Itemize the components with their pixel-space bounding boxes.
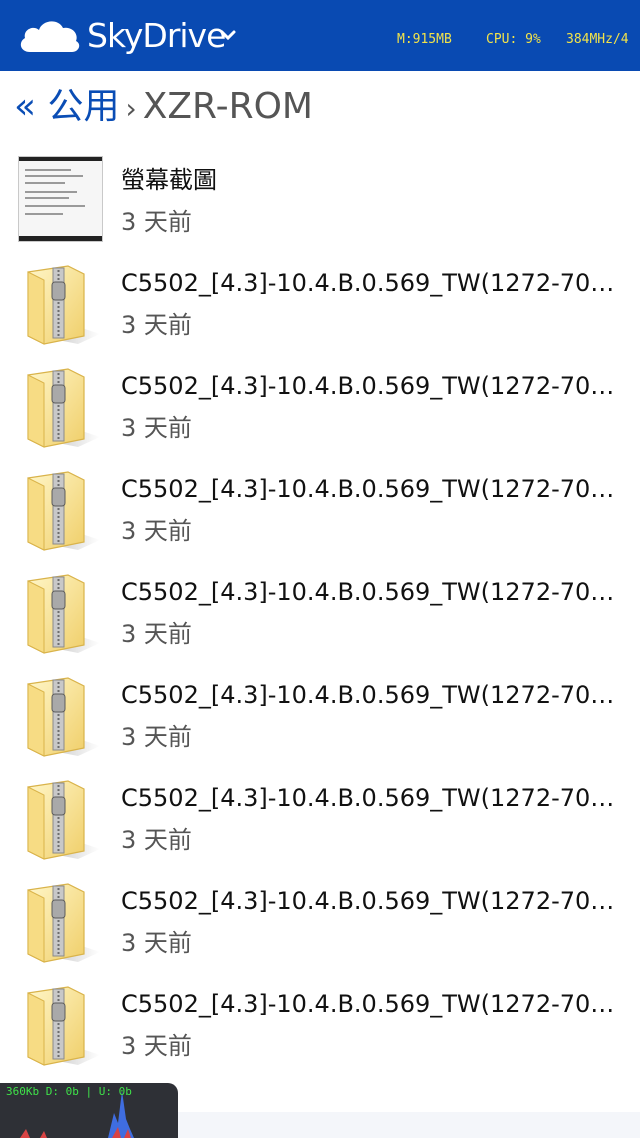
item-date: 3 天前 — [121, 929, 192, 957]
chevron-down-icon[interactable] — [219, 26, 237, 44]
zip-file-icon — [27, 574, 101, 654]
item-name: C5502_[4.3]-10.4.B.0.569_TW(1272-7045).z… — [121, 784, 621, 812]
cpu-readout: CPU: 9% — [486, 32, 541, 47]
item-name: 螢幕截圖 — [121, 166, 217, 194]
list-item[interactable]: C5502_[4.3]-10.4.B.0.569_TW(1272-7044).z… — [0, 666, 640, 769]
zip-file-icon — [27, 883, 101, 963]
item-name: C5502_[4.3]-10.4.B.0.569_TW(1272-7042).z… — [121, 475, 621, 503]
breadcrumb: « 公用 › XZR-ROM — [14, 84, 313, 132]
zip-file-icon — [27, 677, 101, 757]
file-list: 螢幕截圖 3 天前 C5502_[4.3]-10.4.B.0.569_TW(12… — [0, 151, 640, 1078]
breadcrumb-separator: › — [125, 92, 137, 125]
item-name: C5502_[4.3]-10.4.B.0.569_TW(1272-7046).z… — [121, 887, 621, 915]
item-name: C5502_[4.3]-10.4.B.0.569_TW(1272-7047).z… — [121, 990, 621, 1018]
item-date: 3 天前 — [121, 517, 192, 545]
item-date: 3 天前 — [121, 208, 192, 236]
item-date: 3 天前 — [121, 620, 192, 648]
list-item[interactable]: C5502_[4.3]-10.4.B.0.569_TW(1272-7045).z… — [0, 769, 640, 872]
memory-readout: M:915MB — [397, 32, 452, 47]
breadcrumb-back-link[interactable]: « 公用 — [14, 86, 120, 127]
zip-file-icon — [27, 368, 101, 448]
zip-file-icon — [27, 265, 101, 345]
app-header: SkyDrive M:915MB CPU: 9% 384MHz/4 — [0, 0, 640, 71]
item-date: 3 天前 — [121, 311, 192, 339]
item-date: 3 天前 — [121, 826, 192, 854]
zip-file-icon — [27, 780, 101, 860]
skydrive-cloud-icon[interactable] — [16, 14, 82, 56]
list-item[interactable]: C5502_[4.3]-10.4.B.0.569_TW(1272-7047).z… — [0, 975, 640, 1078]
network-monitor-widget: 360Kb D: 0b | U: 0b — [0, 1083, 178, 1138]
list-item[interactable]: C5502_[4.3]-10.4.B.0.569_TW(1272-7042).z… — [0, 460, 640, 563]
breadcrumb-parent: 公用 — [47, 86, 120, 127]
list-item[interactable]: 螢幕截圖 3 天前 — [0, 151, 640, 254]
zip-file-icon — [27, 986, 101, 1066]
item-date: 3 天前 — [121, 723, 192, 751]
breadcrumb-current: XZR-ROM — [142, 86, 313, 127]
item-name: C5502_[4.3]-10.4.B.0.569_TW(1272-7041).z… — [121, 372, 621, 400]
back-chevron-icon: « — [14, 86, 37, 127]
network-monitor-text: 360Kb D: 0b | U: 0b — [6, 1085, 132, 1098]
list-item[interactable]: C5502_[4.3]-10.4.B.0.569_TW(1272-7041).z… — [0, 357, 640, 460]
item-date: 3 天前 — [121, 1032, 192, 1060]
list-item[interactable]: C5502_[4.3]-10.4.B.0.569_TW(1272-7043).z… — [0, 563, 640, 666]
app-title[interactable]: SkyDrive — [87, 16, 226, 56]
cpu-frequency-readout: 384MHz/4 — [566, 32, 629, 47]
list-item[interactable]: C5502_[4.3]-10.4.B.0.569_TW(1272-7040).z… — [0, 254, 640, 357]
item-name: C5502_[4.3]-10.4.B.0.569_TW(1272-7040).z… — [121, 269, 621, 297]
item-name: C5502_[4.3]-10.4.B.0.569_TW(1272-7044).z… — [121, 681, 621, 709]
list-item[interactable]: C5502_[4.3]-10.4.B.0.569_TW(1272-7046).z… — [0, 872, 640, 975]
item-name: C5502_[4.3]-10.4.B.0.569_TW(1272-7043).z… — [121, 578, 621, 606]
zip-file-icon — [27, 471, 101, 551]
folder-thumbnail — [18, 156, 103, 242]
item-date: 3 天前 — [121, 414, 192, 442]
